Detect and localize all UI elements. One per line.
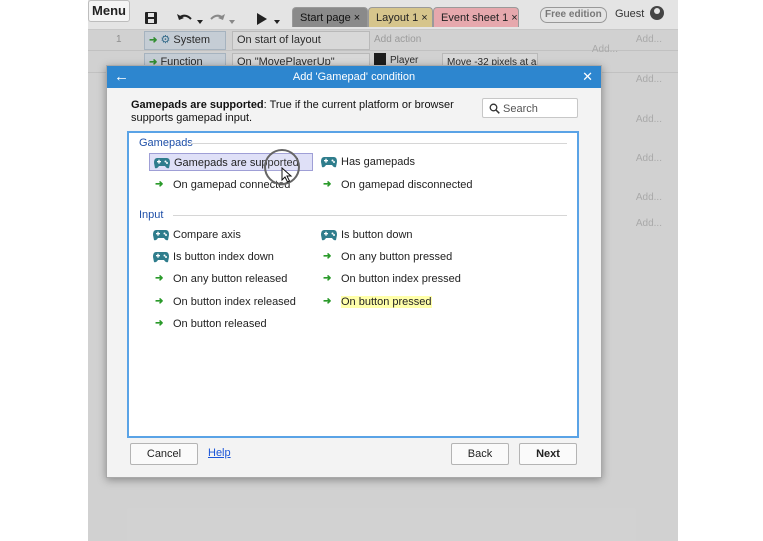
close-icon[interactable]: ×: [511, 12, 517, 24]
gamepad-icon: [321, 230, 337, 241]
gamepad-icon: [321, 157, 337, 168]
trigger-arrow-icon: ➜: [323, 179, 332, 190]
back-arrow-icon[interactable]: ←: [114, 67, 129, 87]
condition-label: Compare axis: [173, 229, 241, 241]
add-condition-dialog: Add 'Gamepad' condition ← ✕ Gamepads are…: [106, 65, 602, 478]
next-button[interactable]: Next: [519, 443, 577, 465]
user-icon[interactable]: [650, 6, 664, 20]
tab-label: Event sheet 1: [441, 12, 509, 24]
condition-label: On any button pressed: [341, 251, 453, 263]
condition-label: On button index released: [173, 296, 296, 308]
gamepad-icon: [153, 252, 169, 263]
condition-label: Is button down: [341, 229, 413, 241]
trigger-arrow-icon: ➜: [323, 296, 332, 307]
tab-label: Start page: [300, 12, 351, 24]
menu-button[interactable]: Menu: [88, 0, 130, 22]
group-label-gamepads: Gamepads: [139, 137, 193, 149]
trigger-arrow-icon: ➜: [323, 273, 332, 284]
condition-item[interactable]: ➜ On button index released: [149, 293, 296, 311]
redo-icon[interactable]: [208, 8, 226, 30]
tab-event-sheet-1[interactable]: Event sheet 1 ×: [433, 7, 519, 27]
condition-item[interactable]: Is button index down: [149, 248, 274, 266]
search-box[interactable]: [482, 98, 578, 118]
dialog-title: Add 'Gamepad' condition: [292, 71, 416, 83]
search-input[interactable]: [503, 101, 575, 116]
close-icon[interactable]: ×: [421, 12, 427, 24]
condition-label: On button released: [173, 318, 267, 330]
undo-icon[interactable]: [176, 8, 194, 30]
gamepad-icon: [154, 158, 170, 169]
condition-description: Gamepads are supported: True if the curr…: [131, 99, 476, 125]
free-edition-badge[interactable]: Free edition: [540, 7, 607, 23]
condition-label: Is button index down: [173, 251, 274, 263]
condition-list: Gamepads Gamepads are supported Has game…: [127, 131, 579, 438]
condition-item[interactable]: ➜ On any button released: [149, 270, 287, 288]
group-divider: [173, 215, 567, 216]
description-title: Gamepads are supported: [131, 99, 264, 111]
condition-label: On button pressed: [341, 296, 432, 308]
trigger-arrow-icon: ➜: [155, 296, 164, 307]
condition-item[interactable]: ➜ On button index pressed: [317, 270, 461, 288]
condition-item[interactable]: Compare axis: [149, 226, 241, 244]
dialog-titlebar: Add 'Gamepad' condition ← ✕: [107, 66, 601, 88]
condition-label: On gamepad disconnected: [341, 179, 473, 191]
tab-layout-1[interactable]: Layout 1 ×: [368, 7, 433, 27]
help-link[interactable]: Help: [208, 447, 231, 459]
tab-label: Layout 1: [376, 12, 419, 24]
close-icon[interactable]: ✕: [582, 66, 593, 88]
group-divider: [189, 143, 567, 144]
condition-label: On any button released: [173, 273, 288, 285]
trigger-arrow-icon: ➜: [323, 251, 332, 262]
condition-label: On button index pressed: [341, 273, 461, 285]
trigger-arrow-icon: ➜: [155, 318, 164, 329]
condition-item[interactable]: ➜ On button released: [149, 315, 267, 333]
play-icon[interactable]: [256, 8, 268, 30]
condition-item[interactable]: ➜ On any button pressed: [317, 248, 452, 266]
guest-label[interactable]: Guest: [615, 8, 644, 20]
condition-label: Has gamepads: [341, 156, 415, 168]
mouse-cursor-icon: [281, 167, 293, 183]
condition-item[interactable]: ➜ On button pressed: [317, 293, 432, 311]
condition-item[interactable]: ➜ On gamepad disconnected: [317, 176, 472, 194]
condition-item[interactable]: Is button down: [317, 226, 413, 244]
trigger-arrow-icon: ➜: [155, 179, 164, 190]
trigger-arrow-icon: ➜: [155, 273, 164, 284]
tab-start-page[interactable]: Start page ×: [292, 7, 368, 27]
search-icon: [489, 103, 500, 114]
group-label-input: Input: [139, 209, 164, 221]
close-icon[interactable]: ×: [354, 12, 360, 24]
save-icon[interactable]: [144, 7, 158, 29]
main-toolbar: Menu Start page × Layout 1 × Event sheet…: [88, 0, 678, 30]
gamepad-icon: [153, 230, 169, 241]
cancel-button[interactable]: Cancel: [130, 443, 198, 465]
back-button[interactable]: Back: [451, 443, 509, 465]
condition-item[interactable]: Has gamepads: [317, 153, 415, 171]
